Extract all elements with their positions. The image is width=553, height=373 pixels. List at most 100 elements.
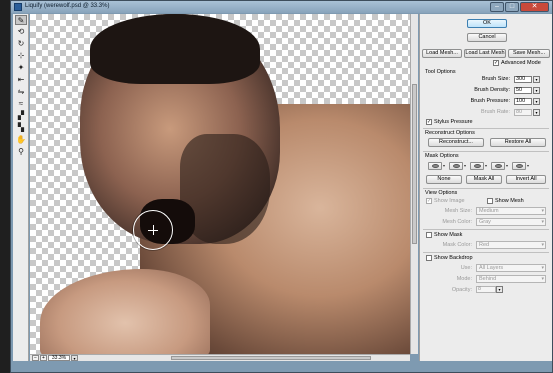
intersect-selection-button[interactable] — [491, 162, 505, 170]
show-mask-checkbox[interactable] — [426, 232, 432, 238]
brush-density-input[interactable]: 50 — [514, 87, 532, 94]
show-mesh-label: Show Mesh — [495, 198, 524, 204]
show-mask-label: Show Mask — [434, 232, 463, 238]
close-button[interactable]: ✕ — [520, 2, 549, 12]
photo-subject-hair — [90, 14, 260, 84]
brush-pressure-input[interactable]: 100 — [514, 98, 532, 105]
zoom-value[interactable]: 33.3% — [48, 355, 70, 361]
brush-size-input[interactable]: 300 — [514, 76, 532, 83]
invert-all-button[interactable]: Invert All — [506, 175, 546, 184]
thaw-mask-tool-icon[interactable]: ▚ — [15, 123, 27, 133]
load-last-mesh-button[interactable]: Load Last Mesh — [464, 49, 506, 58]
title-bar[interactable]: Liquify (werewolf.psd @ 33.3%) – □ ✕ — [11, 1, 552, 13]
mask-color-label: Mask Color: — [442, 242, 472, 248]
photoshop-icon — [14, 3, 22, 11]
advanced-mode-checkbox[interactable]: ✓ — [493, 60, 499, 66]
divider — [423, 229, 549, 230]
mesh-size-label: Mesh Size: — [444, 208, 472, 214]
brush-rate-label: Brush Rate: — [480, 109, 510, 115]
use-label: Use: — [460, 265, 472, 271]
brush-size-label: Brush Size: — [481, 76, 510, 82]
chevron-down-icon[interactable]: ▾ — [464, 162, 469, 170]
divider — [423, 188, 549, 189]
none-button[interactable]: None — [426, 175, 462, 184]
mask-options-title: Mask Options — [425, 153, 459, 159]
view-options-title: View Options — [425, 190, 458, 196]
chevron-down-icon[interactable]: ▾ — [485, 162, 490, 170]
zoom-tool-icon[interactable]: ⚲ — [15, 147, 27, 157]
cancel-button[interactable]: Cancel — [467, 33, 507, 42]
brush-density-label: Brush Density: — [474, 87, 510, 93]
photo-subject-hand — [40, 269, 210, 354]
mode-select: Behind — [476, 275, 546, 283]
tool-options-title: Tool Options — [425, 69, 456, 75]
maximize-button[interactable]: □ — [505, 2, 519, 12]
stylus-pressure-checkbox[interactable]: ✓ — [426, 119, 432, 125]
mask-add-icon — [453, 164, 460, 168]
divider — [423, 151, 549, 152]
restore-all-button[interactable]: Restore All — [490, 138, 546, 147]
scroll-thumb[interactable] — [171, 356, 371, 360]
brush-pressure-dropdown[interactable]: ▾ — [533, 98, 540, 105]
chevron-down-icon[interactable]: ▾ — [506, 162, 511, 170]
divider — [423, 128, 549, 129]
pucker-tool-icon[interactable]: ⊹ — [15, 51, 27, 61]
brush-density-dropdown[interactable]: ▾ — [533, 87, 540, 94]
chevron-down-icon[interactable]: ▾ — [443, 162, 448, 170]
zoom-dropdown[interactable]: ▾ — [71, 355, 78, 361]
liquify-window: Liquify (werewolf.psd @ 33.3%) – □ ✕ ✎ ⟲… — [10, 0, 553, 373]
zoom-in-button[interactable]: + — [40, 355, 47, 361]
show-image-checkbox: ✓ — [426, 198, 432, 204]
hand-tool-icon[interactable]: ✋ — [15, 135, 27, 145]
show-mesh-checkbox[interactable] — [487, 198, 493, 204]
freeze-mask-tool-icon[interactable]: ▞ — [15, 111, 27, 121]
mask-all-button[interactable]: Mask All — [466, 175, 502, 184]
minimize-button[interactable]: – — [490, 2, 504, 12]
horizontal-scrollbar[interactable] — [141, 354, 410, 361]
mirror-tool-icon[interactable]: ⇋ — [15, 87, 27, 97]
brush-pressure-label: Brush Pressure: — [470, 98, 510, 104]
reconstruct-options-title: Reconstruct Options — [425, 130, 475, 136]
ok-button[interactable]: OK — [467, 19, 507, 28]
bloat-tool-icon[interactable]: ✦ — [15, 63, 27, 73]
liquify-toolbar: ✎ ⟲ ↻ ⊹ ✦ ⇤ ⇋ ≈ ▞ ▚ ✋ ⚲ — [13, 14, 29, 361]
brush-rate-input: 80 — [514, 109, 532, 116]
add-to-selection-button[interactable] — [449, 162, 463, 170]
subtract-from-selection-button[interactable] — [470, 162, 484, 170]
scroll-thumb[interactable] — [412, 84, 417, 244]
twirl-tool-icon[interactable]: ↻ — [15, 39, 27, 49]
stylus-pressure-label: Stylus Pressure — [434, 119, 473, 125]
mask-invert-icon — [516, 164, 523, 168]
vertical-scrollbar[interactable] — [410, 14, 418, 354]
brush-size-dropdown[interactable]: ▾ — [533, 76, 540, 83]
mask-intersect-icon — [495, 164, 502, 168]
zoom-out-button[interactable]: − — [32, 355, 39, 361]
brush-crosshair — [153, 225, 154, 235]
use-select: All Layers — [476, 264, 546, 272]
mesh-size-select: Medium — [476, 207, 546, 215]
mask-color-select: Red — [476, 241, 546, 249]
invert-selection-button[interactable] — [512, 162, 526, 170]
load-mesh-button[interactable]: Load Mesh... — [422, 49, 462, 58]
chevron-down-icon[interactable]: ▾ — [527, 162, 532, 170]
save-mesh-button[interactable]: Save Mesh... — [508, 49, 550, 58]
mesh-color-select: Gray — [476, 218, 546, 226]
turbulence-tool-icon[interactable]: ≈ — [15, 99, 27, 109]
mask-subtract-icon — [474, 164, 481, 168]
show-backdrop-checkbox[interactable] — [426, 255, 432, 261]
reconstruct-tool-icon[interactable]: ⟲ — [15, 27, 27, 37]
replace-selection-button[interactable] — [428, 162, 442, 170]
reconstruct-button[interactable]: Reconstruct... — [428, 138, 484, 147]
preview-canvas[interactable] — [30, 14, 410, 354]
mesh-color-label: Mesh Color: — [442, 219, 472, 225]
zoom-bar: − + 33.3% ▾ — [30, 354, 141, 361]
push-left-tool-icon[interactable]: ⇤ — [15, 75, 27, 85]
opacity-dropdown: ▾ — [496, 286, 503, 293]
opacity-label: Opacity: — [451, 287, 472, 293]
show-backdrop-label: Show Backdrop — [434, 255, 473, 261]
show-image-label: Show Image — [434, 198, 465, 204]
opacity-input: 8 — [476, 286, 496, 293]
forward-warp-tool-icon[interactable]: ✎ — [15, 15, 27, 25]
mask-replace-icon — [432, 164, 439, 168]
mask-mode-group: ▾ ▾ ▾ ▾ ▾ — [428, 162, 553, 171]
